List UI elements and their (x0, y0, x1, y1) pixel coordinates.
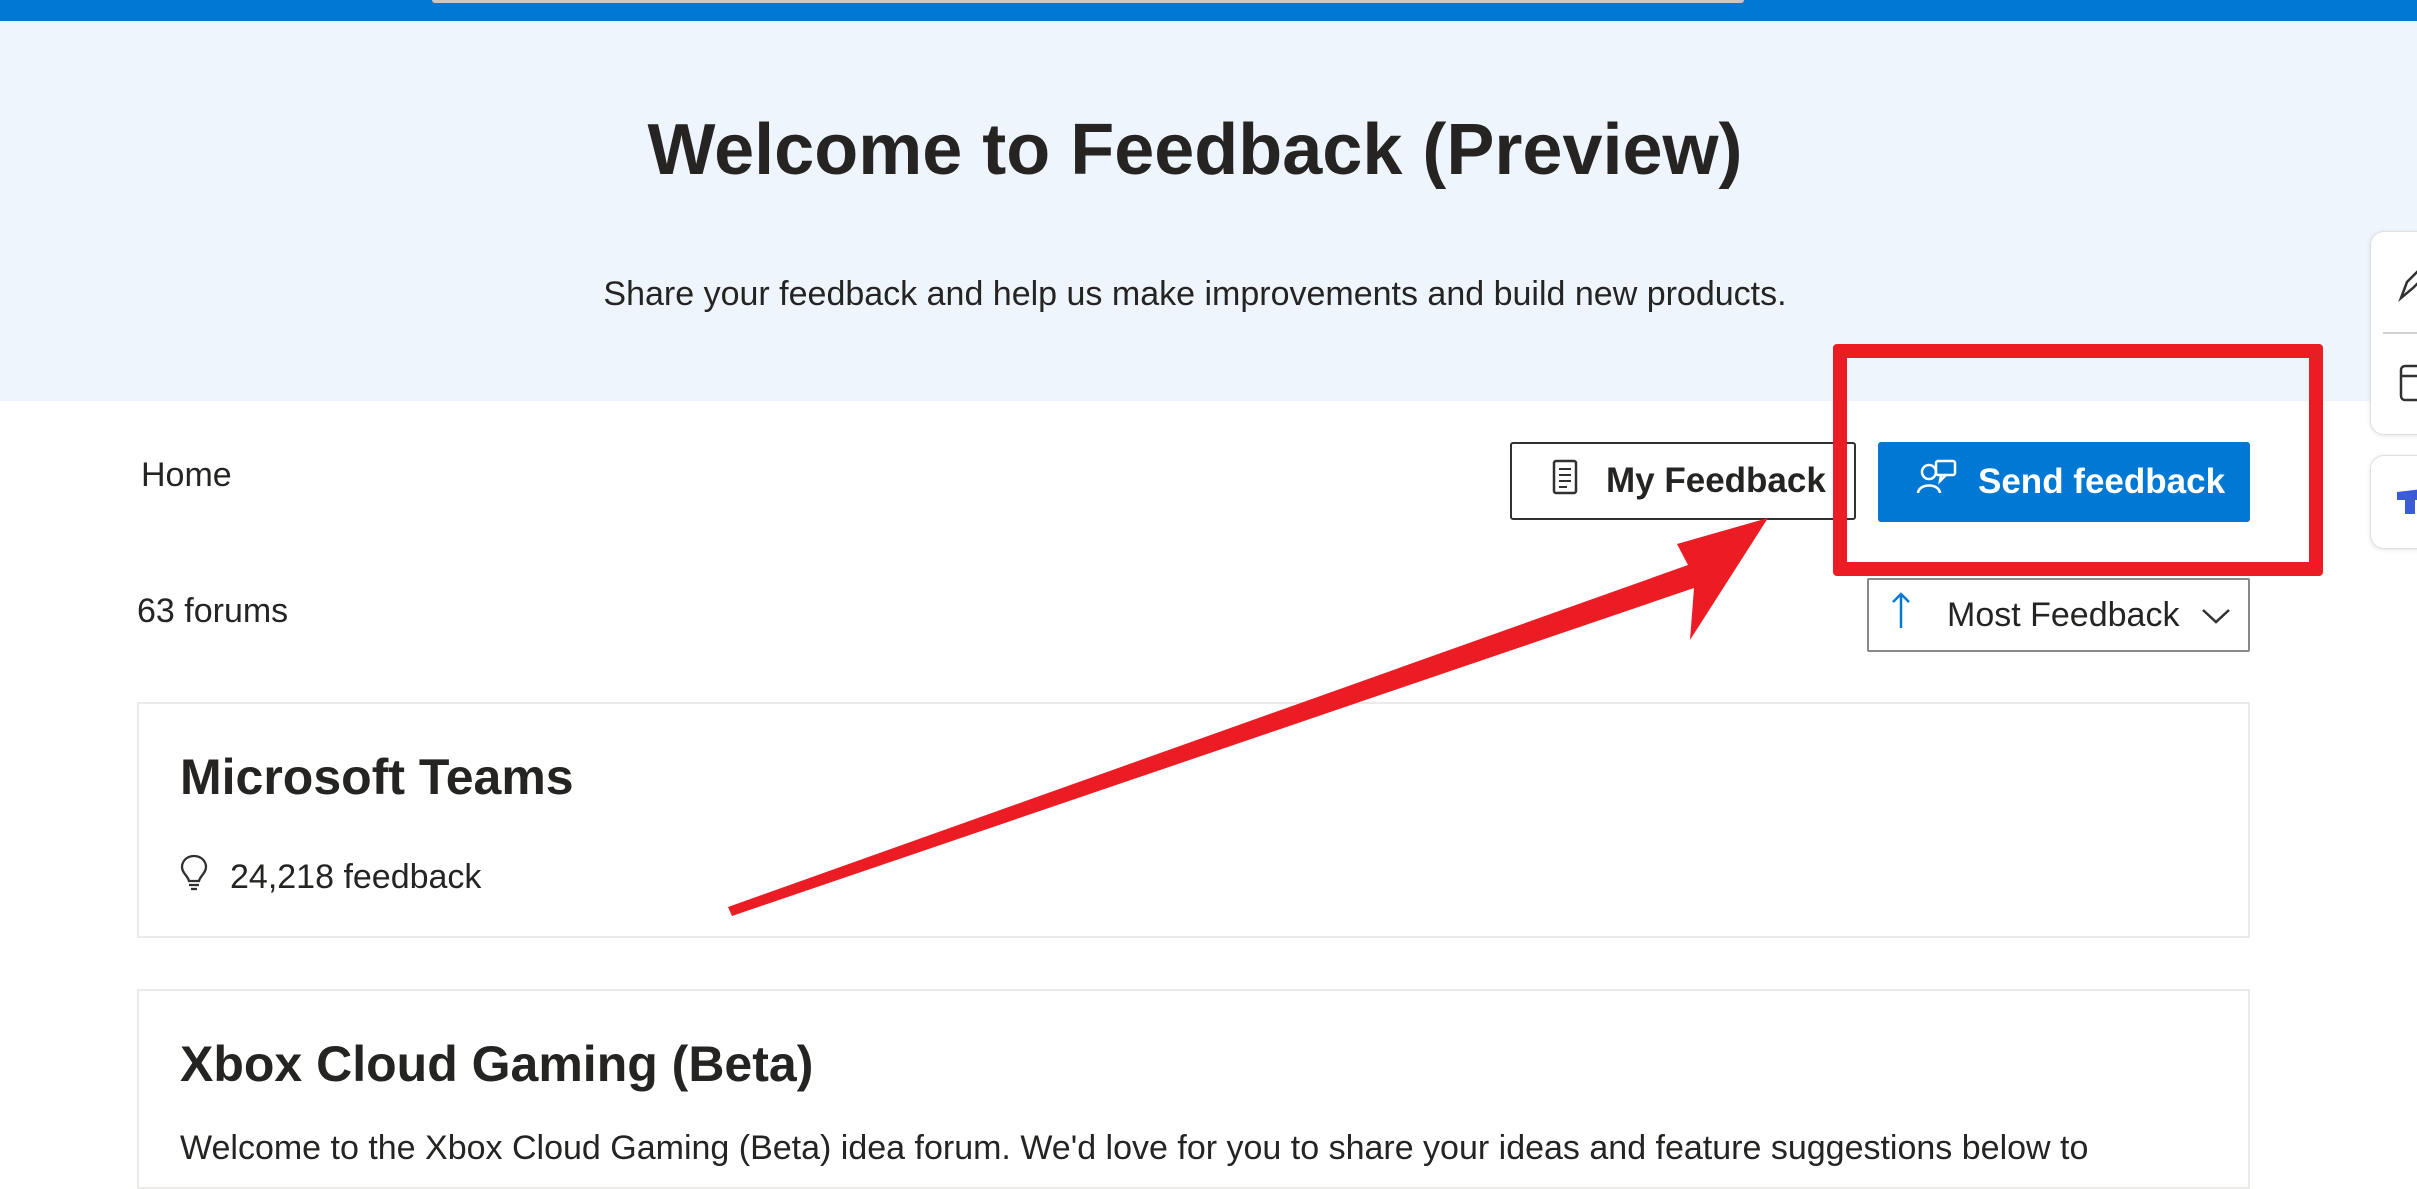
arrow-up-icon (1891, 590, 1911, 640)
edit-icon[interactable] (2397, 262, 2417, 307)
sort-dropdown[interactable]: Most Feedback (1867, 578, 2250, 652)
sort-selected: Most Feedback (1947, 595, 2180, 634)
my-feedback-button[interactable]: My Feedback (1510, 442, 1856, 520)
annotation-highlight-box (1833, 344, 2323, 576)
app-icon[interactable] (2395, 486, 2417, 521)
forum-description: Welcome to the Xbox Cloud Gaming (Beta) … (180, 1129, 2089, 1167)
page-title: Welcome to Feedback (Preview) (647, 110, 1743, 190)
forum-title[interactable]: Microsoft Teams (180, 748, 574, 806)
calendar-icon[interactable] (2397, 360, 2417, 409)
forum-card[interactable]: Microsoft Teams 24,218 feedback (137, 702, 2250, 938)
side-toolbar (2370, 231, 2417, 435)
divider (2383, 332, 2417, 334)
side-toolbar-2 (2370, 455, 2417, 549)
page-subtitle: Share your feedback and help us make imp… (603, 275, 1787, 313)
lightbulb-icon (180, 854, 208, 901)
document-list-icon (1552, 459, 1578, 504)
forum-count: 63 forums (137, 592, 289, 630)
top-bar (0, 0, 2417, 21)
my-feedback-label: My Feedback (1606, 461, 1826, 500)
breadcrumb-home[interactable]: Home (141, 456, 232, 495)
forum-title[interactable]: Xbox Cloud Gaming (Beta) (180, 1035, 813, 1093)
feedback-count: 24,218 feedback (230, 858, 482, 896)
chevron-down-icon (2201, 596, 2231, 635)
address-bar[interactable] (432, 0, 1744, 3)
forum-meta: 24,218 feedback (180, 854, 481, 901)
forum-card[interactable]: Xbox Cloud Gaming (Beta) Welcome to the … (137, 989, 2250, 1189)
